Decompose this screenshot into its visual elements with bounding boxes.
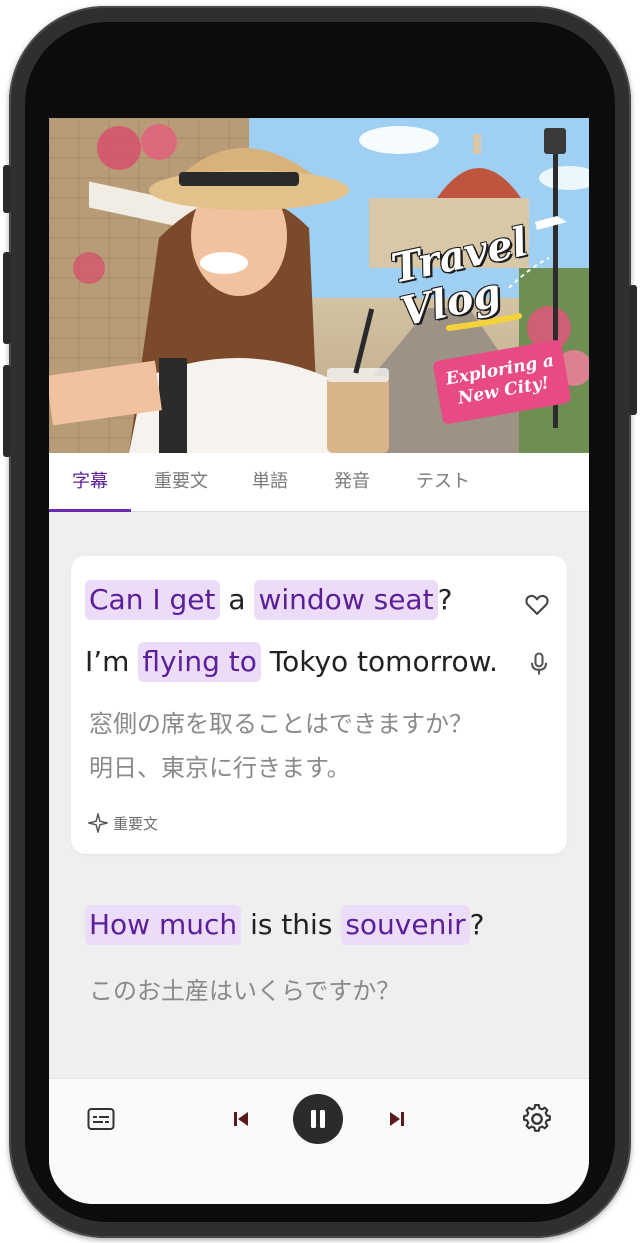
tab-label: 字幕 [72,471,108,492]
sparkle-icon [88,813,108,833]
tab-bar: 字幕 重要文 単語 発音 テスト [49,453,589,512]
skip-previous-icon [234,1112,248,1126]
subtitle-line-english-2: I’m flying to Tokyo tomorrow. [85,642,498,682]
tab-vocabulary[interactable]: 単語 [231,453,309,511]
pause-icon [311,1110,325,1128]
highlight-phrase[interactable]: flying to [138,642,261,682]
plain-text: I’m [85,645,130,678]
key-sentence-label: 重要文 [113,814,159,833]
tab-test[interactable]: テスト [395,453,491,511]
mic-icon[interactable] [525,650,553,678]
key-sentence-tag[interactable]: 重要文 [87,812,158,834]
highlight-phrase[interactable]: How much [85,905,242,945]
subtitles-icon [87,1108,115,1130]
plain-text: ? [469,908,485,941]
settings-button[interactable] [519,1101,555,1137]
plain-text: ? [437,583,453,616]
playback-controls [49,1078,589,1204]
plain-text: Tokyo tomorrow. [269,645,498,678]
plain-text: is this [250,908,333,941]
subtitle-translation-2: 明日、東京に行きます。 [89,754,351,782]
heart-icon[interactable] [523,590,551,618]
app-screen: Travel Vlog Exploring a New City! 字幕 重要文… [49,118,589,1204]
skip-next-icon [390,1112,404,1126]
tab-subtitles[interactable]: 字幕 [49,453,131,512]
previous-button[interactable] [227,1105,255,1133]
tab-active-indicator [49,509,131,512]
tab-pronunciation[interactable]: 発音 [309,453,395,511]
subtitle-translation-1: 窓側の席を取ることはできますか？ [89,710,473,738]
highlight-phrase[interactable]: souvenir [341,905,470,945]
subtitle-line-english: How much is this souvenir? [85,905,485,945]
subtitle-card-current[interactable]: Can I get a window seat? I’m flying to T… [71,556,567,854]
next-button[interactable] [383,1105,411,1133]
subtitles-toggle-button[interactable] [85,1103,117,1135]
tab-label: テスト [416,471,470,492]
plain-text: a [228,583,246,616]
highlight-phrase[interactable]: Can I get [85,580,220,620]
highlight-phrase[interactable]: window seat [254,580,438,620]
pause-button[interactable] [293,1094,343,1144]
tab-key-sentences[interactable]: 重要文 [131,453,231,511]
tab-label: 重要文 [154,471,208,492]
video-player[interactable]: Travel Vlog Exploring a New City! [49,118,589,453]
phone-mute-switch [3,165,11,213]
tab-label: 発音 [334,471,370,492]
tab-label: 単語 [252,471,288,492]
subtitle-line-english-1: Can I get a window seat? [85,580,452,620]
phone-power-button [629,285,637,415]
gear-icon [523,1104,551,1132]
phone-volume-down [3,365,11,457]
phone-volume-up [3,252,11,344]
subtitle-translation: このお土産はいくらですか？ [89,977,401,1005]
